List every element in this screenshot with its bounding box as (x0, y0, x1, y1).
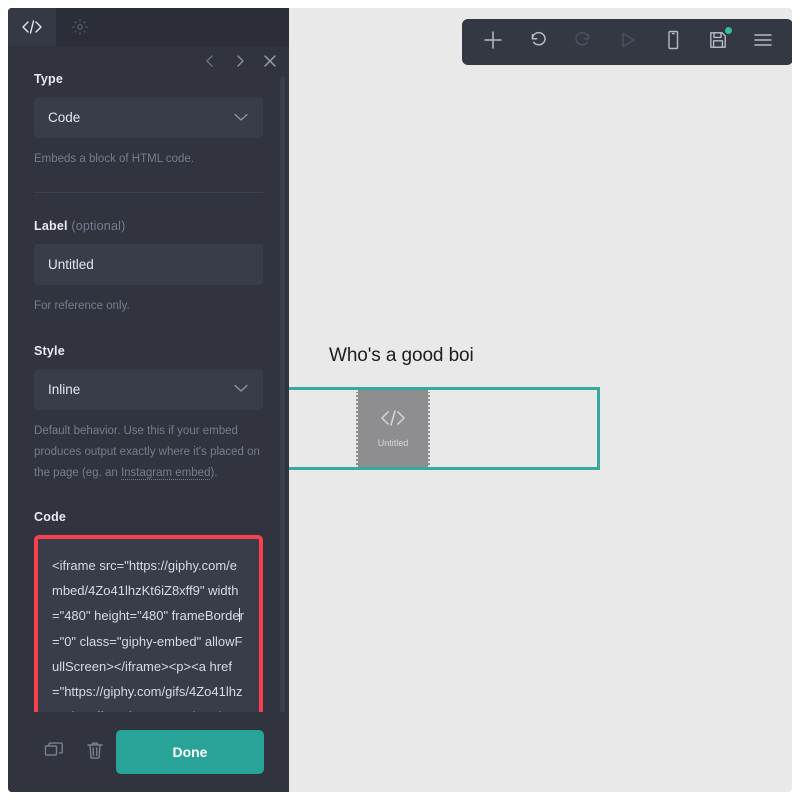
unsaved-changes-badge (725, 27, 732, 34)
prev-block-button[interactable] (201, 52, 219, 70)
redo-button[interactable] (560, 19, 605, 65)
label-field-label: Label (optional) (34, 219, 263, 233)
chevron-down-icon (233, 380, 249, 398)
page-canvas: Who's a good boi Untitled (289, 8, 792, 792)
label-input[interactable]: Untitled (34, 244, 263, 286)
code-field-highlight: <iframe src="https://giphy.com/embed/4Zo… (34, 535, 263, 712)
sidebar-scrollbar[interactable] (280, 76, 285, 712)
code-brackets-icon (380, 409, 406, 432)
mobile-phone-icon (663, 29, 683, 56)
redo-arrow-icon (572, 29, 594, 56)
preview-button[interactable] (605, 19, 650, 65)
play-triangle-icon (618, 30, 638, 55)
code-text-part2: r="0" class="giphy-embed" allowFullScree… (52, 608, 244, 712)
undo-button[interactable] (515, 19, 560, 65)
save-button[interactable] (695, 19, 740, 65)
hamburger-menu-icon (752, 31, 774, 54)
app-window: Type Code Embeds a block of HTML code. L… (8, 8, 792, 792)
sidebar-tab-code[interactable] (8, 8, 56, 46)
code-textarea[interactable]: <iframe src="https://giphy.com/embed/4Zo… (38, 539, 259, 712)
sidebar-scroll-region: Type Code Embeds a block of HTML code. L… (8, 46, 289, 712)
form-divider (34, 192, 263, 194)
code-field-label: Code (34, 510, 263, 524)
gear-icon (71, 18, 89, 36)
panel-navigation (201, 52, 279, 70)
code-embed-placeholder[interactable]: Untitled (356, 390, 430, 467)
sidebar-tab-settings[interactable] (56, 8, 104, 46)
settings-form: Type Code Embeds a block of HTML code. L… (8, 72, 289, 712)
type-select-value: Code (48, 110, 81, 125)
code-brackets-icon (22, 19, 42, 35)
canvas-toolbar (462, 19, 792, 65)
style-helper-text: Default behavior. Use this if your embed… (34, 421, 263, 485)
style-helper-post: ). (210, 467, 218, 480)
style-select[interactable]: Inline (34, 368, 263, 410)
duplicate-block-button[interactable] (33, 731, 74, 773)
style-select-value: Inline (48, 381, 81, 397)
add-block-button[interactable] (470, 19, 515, 65)
next-block-button[interactable] (231, 52, 249, 70)
type-helper-text: Embeds a block of HTML code. (34, 153, 195, 165)
mobile-view-button[interactable] (650, 19, 695, 65)
duplicate-icon (44, 740, 64, 765)
block-settings-sidebar: Type Code Embeds a block of HTML code. L… (8, 8, 289, 792)
close-panel-button[interactable] (261, 52, 279, 70)
label-label-text: Label (34, 219, 68, 234)
plus-icon (482, 29, 504, 56)
code-label-text: Code (34, 510, 67, 525)
style-label-text: Style (34, 343, 65, 358)
type-field-label: Type (34, 72, 263, 86)
selected-block-outline[interactable]: Untitled (289, 387, 600, 470)
floppy-disk-icon (708, 30, 728, 55)
trash-icon (86, 740, 104, 765)
code-textarea-content: <iframe src="https://giphy.com/embed/4Zo… (52, 553, 245, 712)
chevron-down-icon (233, 109, 249, 127)
label-optional-text: (optional) (71, 219, 126, 234)
done-button[interactable]: Done (115, 730, 265, 774)
style-field-label: Style (34, 344, 263, 358)
undo-arrow-icon (527, 29, 549, 56)
instagram-embed-tooltip-link[interactable]: Instagram embed (120, 467, 211, 481)
label-helper-text: For reference only. (34, 300, 130, 313)
delete-block-button[interactable] (74, 731, 115, 773)
label-input-value: Untitled (48, 257, 94, 273)
menu-button[interactable] (740, 19, 785, 65)
sidebar-footer: Done (8, 712, 289, 792)
page-title[interactable]: Who's a good boi (329, 345, 474, 367)
sidebar-tab-bar (8, 8, 289, 46)
type-label-text: Type (34, 72, 64, 86)
code-text-part1: <iframe src="https://giphy.com/embed/4Zo… (52, 558, 240, 624)
type-select[interactable]: Code (34, 97, 263, 138)
code-embed-label: Untitled (377, 438, 409, 448)
